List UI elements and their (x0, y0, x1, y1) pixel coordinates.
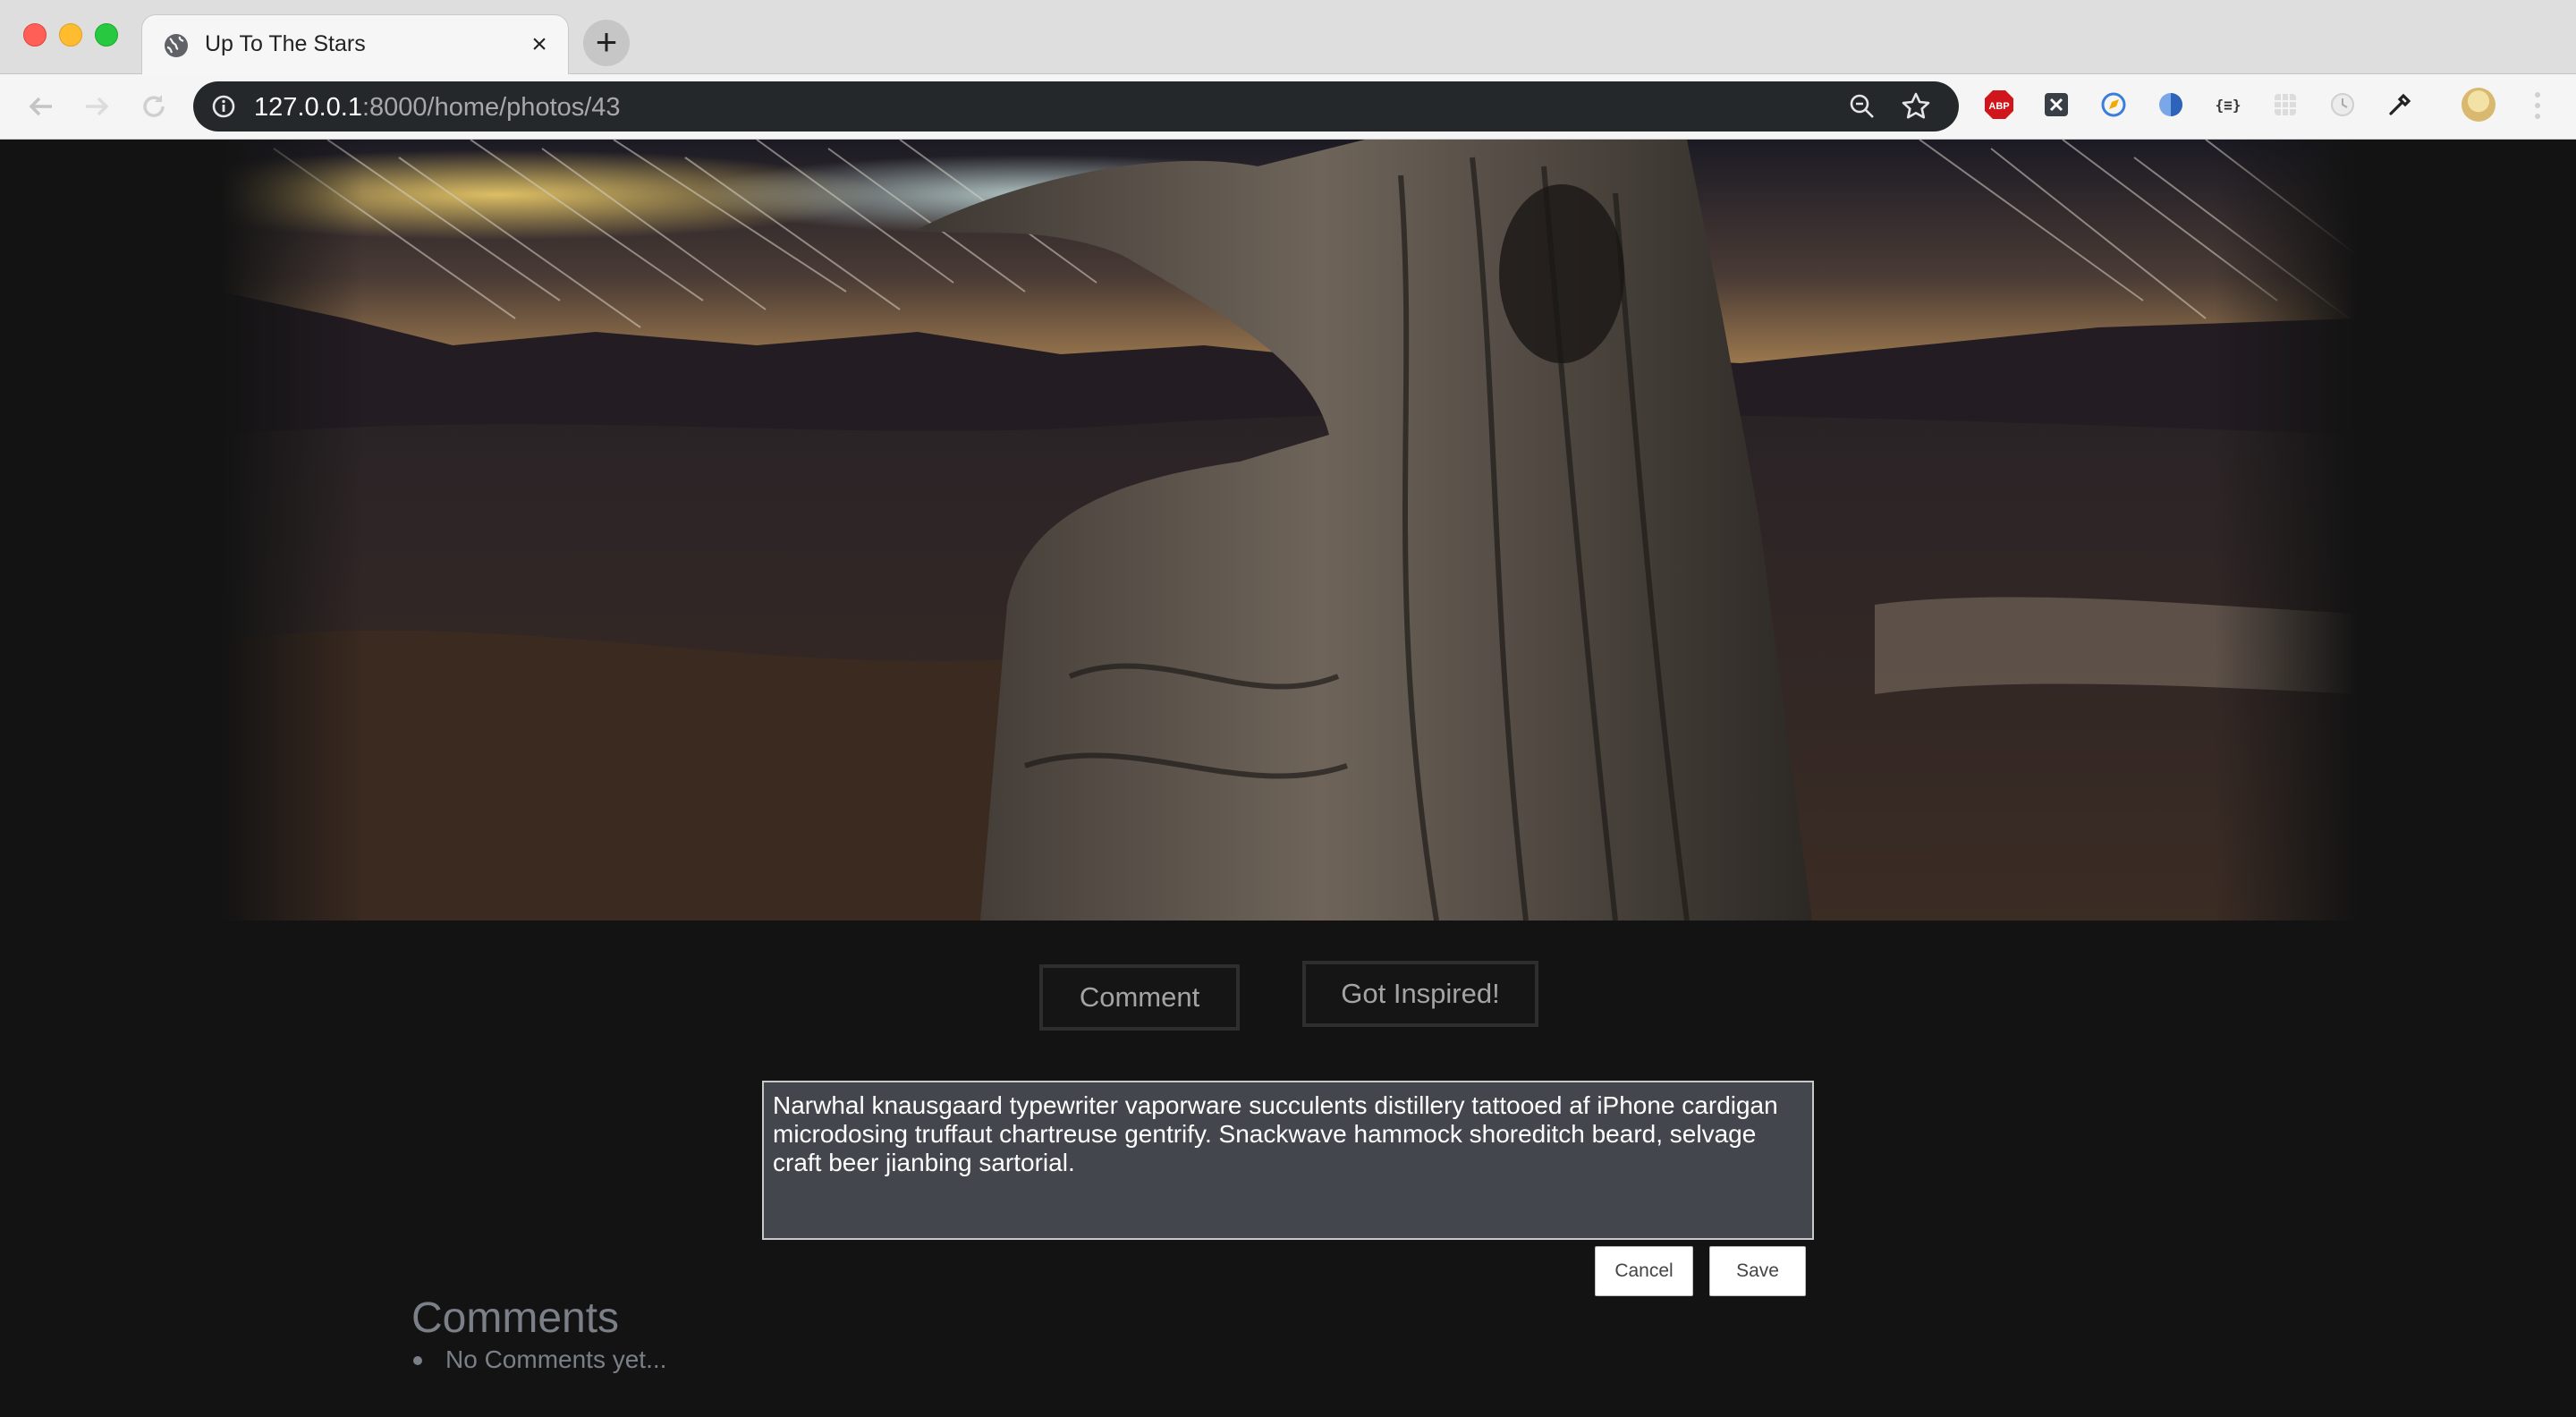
back-arrow-icon[interactable] (25, 90, 57, 123)
forward-arrow-icon[interactable] (80, 90, 113, 123)
info-icon[interactable] (211, 94, 236, 119)
browser-tab-strip: Up To The Stars × + (0, 0, 2576, 74)
browser-tab[interactable]: Up To The Stars × (141, 14, 569, 74)
eyedropper-icon[interactable] (2385, 89, 2415, 120)
browser-toolbar: 127.0.0.1:8000/home/photos/43 (0, 74, 2576, 140)
zoom-icon[interactable] (1848, 92, 1877, 121)
profile-avatar[interactable] (2462, 88, 2496, 122)
close-window-button[interactable] (23, 23, 47, 47)
comments-heading: Comments (411, 1294, 620, 1342)
new-tab-button[interactable]: + (583, 20, 630, 66)
url-host: 127.0.0.1 (254, 93, 362, 122)
tab-title: Up To The Stars (205, 31, 366, 56)
abp-label: ABP (1988, 101, 2009, 112)
save-button[interactable]: Save (1709, 1246, 1806, 1296)
half-circle-extension-icon[interactable] (2156, 89, 2186, 120)
comments-list: No Comments yet... (411, 1345, 666, 1374)
reload-icon[interactable] (138, 90, 170, 123)
adblock-plus-icon[interactable]: ABP (1984, 89, 2014, 120)
more-menu-icon[interactable] (2531, 89, 2544, 122)
got-inspired-button[interactable]: Got Inspired! (1302, 961, 1538, 1027)
minimize-window-button[interactable] (59, 23, 82, 47)
grid-extension-icon[interactable] (2270, 89, 2301, 120)
clock-extension-icon[interactable] (2327, 89, 2358, 120)
bookmark-star-icon[interactable] (1900, 90, 1932, 123)
json-viewer-icon[interactable]: {≡} (2213, 89, 2243, 120)
url-path: :8000/home/photos/43 (361, 93, 621, 122)
cancel-button[interactable]: Cancel (1595, 1246, 1693, 1296)
comment-textarea[interactable]: Narwhal knausgaard typewriter vaporware … (762, 1081, 1814, 1240)
json-label: {≡} (2216, 97, 2241, 114)
list-item: No Comments yet... (411, 1345, 666, 1374)
compass-extension-icon[interactable] (2098, 89, 2129, 120)
x-extension-icon[interactable] (2041, 89, 2072, 120)
maximize-window-button[interactable] (95, 23, 118, 47)
globe-icon (162, 31, 191, 60)
comment-button[interactable]: Comment (1039, 964, 1240, 1031)
url-text: 127.0.0.1:8000/home/photos/43 (254, 93, 621, 123)
address-bar[interactable]: 127.0.0.1:8000/home/photos/43 (193, 81, 1959, 132)
hero-photo (220, 140, 2358, 921)
tab-close-icon[interactable]: × (525, 30, 554, 59)
